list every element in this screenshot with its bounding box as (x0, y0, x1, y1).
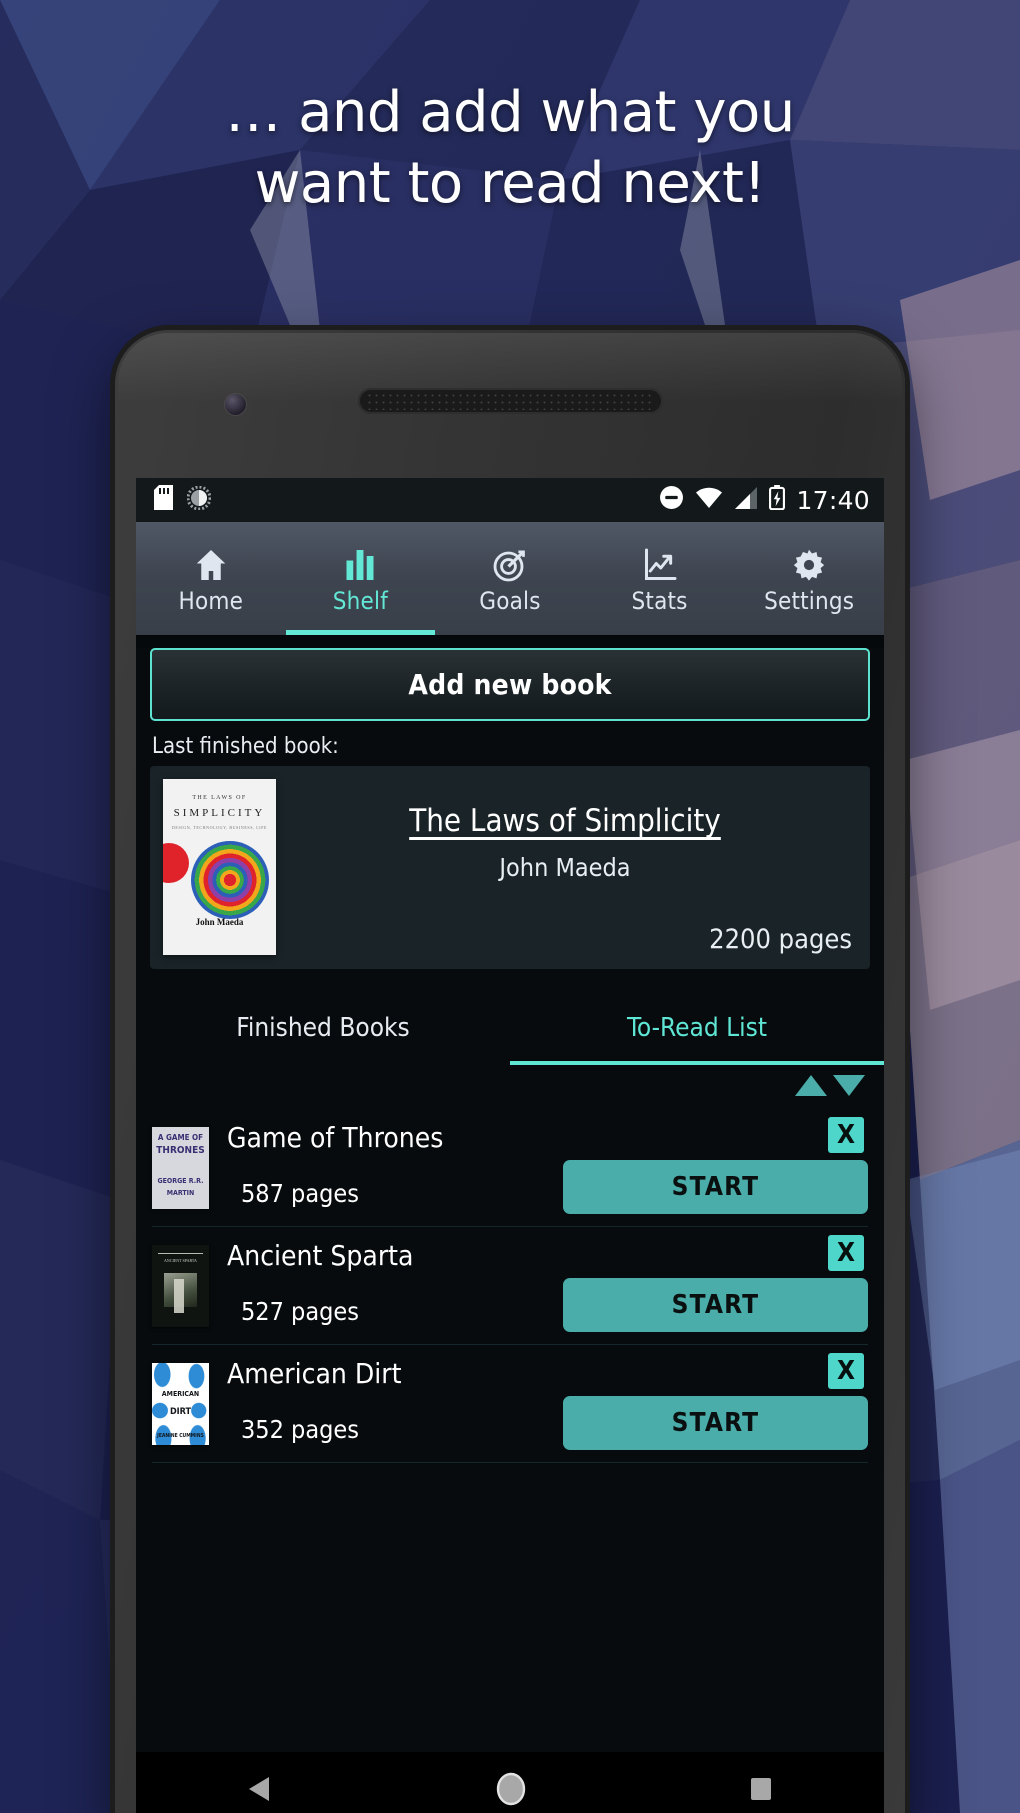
tab-home[interactable]: Home (136, 522, 286, 635)
book-cover-ancient-sparta: ANCIENT SPARTA (152, 1244, 209, 1327)
book-title: American Dirt (227, 1357, 402, 1390)
recents-square-icon[interactable] (749, 1776, 773, 1807)
to-read-book-list: A GAME OF THRONES GEORGE R.R. MARTIN Gam… (136, 1109, 884, 1463)
sort-ascending-icon[interactable] (794, 1072, 828, 1103)
cover-red-circle (163, 843, 189, 883)
target-icon (491, 543, 529, 583)
last-finished-title[interactable]: The Laws of Simplicity (409, 803, 721, 839)
android-navigation-bar (136, 1752, 884, 1813)
cover-line-3: DESIGN, TECHNOLOGY, BUSINESS, LIFE (171, 825, 268, 830)
home-circle-icon[interactable] (495, 1772, 527, 1811)
sync-circle-icon (186, 485, 212, 515)
bar-chart-icon (341, 543, 379, 583)
last-finished-label: Last finished book: (152, 734, 339, 759)
book-title: Game of Thrones (227, 1121, 444, 1154)
sd-card-icon (154, 485, 173, 515)
phone-mockup: 17:40 Home Shelf Goals Stats Settings Ad… (115, 330, 905, 1813)
tab-shelf-label: Shelf (332, 586, 389, 615)
phone-screen: 17:40 Home Shelf Goals Stats Settings Ad… (136, 478, 884, 1813)
back-triangle-icon[interactable] (247, 1775, 273, 1808)
earpiece-speaker-icon (358, 388, 663, 414)
delete-book-button[interactable]: X (828, 1117, 864, 1153)
start-button[interactable]: START (563, 1160, 868, 1214)
do-not-disturb-icon (659, 485, 684, 515)
sort-descending-icon[interactable] (832, 1072, 866, 1103)
tab-stats[interactable]: Stats (585, 522, 735, 635)
headline-line-2: want to read next! (254, 150, 766, 216)
book-pages: 352 pages (241, 1415, 359, 1444)
cover-line-3: JEANINE CUMMINS (157, 1432, 204, 1439)
tab-goals-label: Goals (479, 586, 541, 615)
book-info: Ancient Sparta 527 pages START X (209, 1227, 868, 1344)
tab-goals[interactable]: Goals (435, 522, 585, 635)
book-info: Game of Thrones 587 pages START X (209, 1109, 868, 1226)
tab-to-read-list-label: To-Read List (626, 1013, 768, 1043)
cover-line-1: A GAME OF (157, 1132, 204, 1142)
cover-line-2: THRONES (156, 1144, 205, 1156)
start-button[interactable]: START (563, 1278, 868, 1332)
cover-author: John Maeda (195, 917, 244, 927)
tab-shelf[interactable]: Shelf (285, 522, 436, 635)
tab-stats-label: Stats (631, 586, 688, 615)
add-new-book-button[interactable]: Add new book (150, 648, 870, 721)
sort-controls (136, 1065, 884, 1109)
table-row[interactable]: ANCIENT SPARTA Ancient Sparta 527 pages … (152, 1227, 868, 1345)
start-button[interactable]: START (563, 1396, 868, 1450)
tab-finished-books[interactable]: Finished Books (136, 991, 510, 1065)
active-tab-underline (285, 630, 436, 635)
promo-headline: … and add what you want to read next! (0, 78, 1020, 219)
screenshot-root: … and add what you want to read next! 17… (0, 0, 1020, 1813)
book-pages: 587 pages (241, 1179, 359, 1208)
delete-book-button[interactable]: X (828, 1235, 864, 1271)
status-bar: 17:40 (136, 478, 884, 522)
cover-line-1: AMERICAN (161, 1389, 200, 1398)
trending-up-icon (641, 543, 679, 583)
delete-book-button[interactable]: X (828, 1353, 864, 1389)
headline-line-1: … and add what you (225, 80, 795, 145)
cover-swirl-graphic (191, 841, 269, 919)
home-icon (192, 543, 230, 583)
book-title: Ancient Sparta (227, 1239, 414, 1272)
cover-line-4: MARTIN (166, 1188, 195, 1197)
gear-icon (790, 543, 828, 583)
tab-settings[interactable]: Settings (734, 522, 884, 635)
cover-line-3: GEORGE R.R. (157, 1176, 204, 1185)
tab-home-label: Home (178, 586, 244, 615)
battery-charging-icon (769, 485, 786, 515)
last-finished-pages: 2200 pages (709, 924, 852, 955)
book-info: American Dirt 352 pages START X (209, 1345, 868, 1462)
cellular-signal-icon (734, 486, 758, 514)
table-row[interactable]: A GAME OF THRONES GEORGE R.R. MARTIN Gam… (152, 1109, 868, 1227)
wifi-icon (695, 487, 723, 514)
book-cover-laws-of-simplicity: THE LAWS OF SIMPLICITY DESIGN, TECHNOLOG… (163, 779, 276, 955)
book-cover-american-dirt: AMERICAN DIRT JEANINE CUMMINS (152, 1362, 209, 1445)
cover-line-1: ANCIENT SPARTA (164, 1257, 197, 1263)
cover-line-2: SIMPLICITY (173, 807, 266, 819)
cover-line-2: DIRT (169, 1406, 192, 1417)
active-list-tab-underline (510, 1061, 884, 1065)
tab-finished-books-label: Finished Books (236, 1013, 410, 1043)
last-finished-author: John Maeda (499, 853, 631, 882)
book-cover-game-of-thrones: A GAME OF THRONES GEORGE R.R. MARTIN (152, 1126, 209, 1209)
main-tab-bar: Home Shelf Goals Stats Settings (136, 522, 884, 635)
tab-settings-label: Settings (764, 586, 855, 615)
front-camera-icon (225, 394, 246, 415)
book-list-tabs: Finished Books To-Read List (136, 991, 884, 1065)
last-finished-book-card[interactable]: THE LAWS OF SIMPLICITY DESIGN, TECHNOLOG… (150, 766, 870, 969)
table-row[interactable]: AMERICAN DIRT JEANINE CUMMINS American D… (152, 1345, 868, 1463)
tab-to-read-list[interactable]: To-Read List (510, 991, 884, 1065)
status-clock: 17:40 (796, 485, 870, 515)
book-pages: 527 pages (241, 1297, 359, 1326)
cover-line-1: THE LAWS OF (192, 795, 247, 801)
shelf-content: Add new book Last finished book: THE LAW… (136, 648, 884, 1813)
